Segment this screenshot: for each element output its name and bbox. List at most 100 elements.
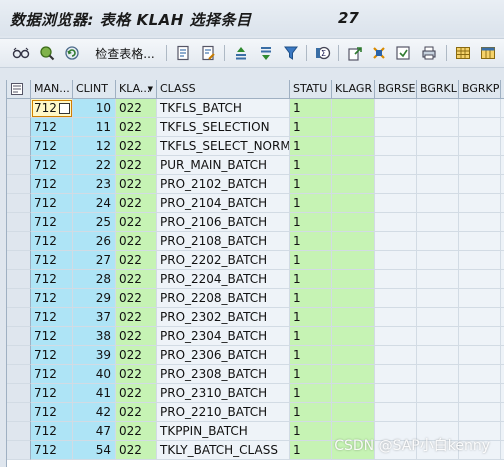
row-selector[interactable] — [7, 289, 31, 308]
row-selector[interactable] — [7, 156, 31, 175]
cell-statu[interactable]: 1 — [290, 137, 332, 156]
table-row[interactable]: 712 28 022 PRO_2204_BATCH 1 — [7, 270, 504, 289]
cell-statu[interactable]: 1 — [290, 194, 332, 213]
cell-klagr[interactable] — [332, 175, 375, 194]
cell-bgrkp[interactable] — [459, 194, 501, 213]
table-row[interactable]: 712 42 022 PRO_2210_BATCH 1 — [7, 403, 504, 422]
cell-mandt[interactable]: 712 — [31, 365, 73, 384]
export-icon[interactable] — [344, 43, 366, 63]
cell-klart[interactable]: 022 — [116, 213, 157, 232]
cell-clint[interactable]: 38 — [73, 327, 116, 346]
cell-bgrkp[interactable] — [459, 137, 501, 156]
cell-statu[interactable]: 1 — [290, 289, 332, 308]
cell-bgrkp[interactable] — [459, 270, 501, 289]
cell-statu[interactable]: 1 — [290, 251, 332, 270]
cell-class[interactable]: PUR_MAIN_BATCH — [157, 156, 290, 175]
cell-klagr[interactable] — [332, 270, 375, 289]
cell-klagr[interactable] — [332, 251, 375, 270]
cell-bgrse[interactable] — [375, 156, 417, 175]
row-selector[interactable] — [7, 327, 31, 346]
value-help-icon[interactable] — [59, 103, 70, 114]
cell-klart[interactable]: 022 — [116, 365, 157, 384]
cell-bgrkp[interactable] — [459, 289, 501, 308]
cell-statu[interactable]: 1 — [290, 99, 332, 118]
cell-mandt[interactable]: 712 — [31, 346, 73, 365]
row-selector[interactable] — [7, 99, 31, 118]
cell-bgrse[interactable] — [375, 118, 417, 137]
layout-icon[interactable] — [368, 43, 390, 63]
cell-bgrkl[interactable] — [417, 289, 459, 308]
cell-klart[interactable]: 022 — [116, 251, 157, 270]
table-row[interactable]: 712 41 022 PRO_2310_BATCH 1 — [7, 384, 504, 403]
cell-klagr[interactable] — [332, 365, 375, 384]
cell-clint[interactable]: 41 — [73, 384, 116, 403]
cell-class[interactable]: PRO_2106_BATCH — [157, 213, 290, 232]
cell-class[interactable]: PRO_2104_BATCH — [157, 194, 290, 213]
cell-bgrkp[interactable] — [459, 346, 501, 365]
cell-klart[interactable]: 022 — [116, 441, 157, 460]
cell-bgrse[interactable] — [375, 308, 417, 327]
cell-clint[interactable]: 27 — [73, 251, 116, 270]
cell-bgrkp[interactable] — [459, 403, 501, 422]
cell-clint[interactable]: 23 — [73, 175, 116, 194]
cell-clint[interactable]: 54 — [73, 441, 116, 460]
cell-mandt[interactable]: 712 — [31, 251, 73, 270]
column-header-statu[interactable]: STATU — [290, 80, 332, 98]
cell-class[interactable]: PRO_2204_BATCH — [157, 270, 290, 289]
cell-bgrkl[interactable] — [417, 346, 459, 365]
cell-klart[interactable]: 022 — [116, 384, 157, 403]
table-row[interactable]: 712 27 022 PRO_2202_BATCH 1 — [7, 251, 504, 270]
cell-klart[interactable]: 022 — [116, 270, 157, 289]
cell-klagr[interactable] — [332, 213, 375, 232]
table-row[interactable]: 712 40 022 PRO_2308_BATCH 1 — [7, 365, 504, 384]
cell-clint[interactable]: 26 — [73, 232, 116, 251]
cell-mandt[interactable]: 712 — [31, 441, 73, 460]
cell-klagr[interactable] — [332, 308, 375, 327]
table-row[interactable]: 712 39 022 PRO_2306_BATCH 1 — [7, 346, 504, 365]
cell-clint[interactable]: 42 — [73, 403, 116, 422]
cell-klagr[interactable] — [332, 232, 375, 251]
cell-bgrkp[interactable] — [459, 384, 501, 403]
cell-bgrkp[interactable] — [459, 118, 501, 137]
cell-clint[interactable]: 22 — [73, 156, 116, 175]
row-selector[interactable] — [7, 365, 31, 384]
row-selector[interactable] — [7, 441, 31, 460]
cell-statu[interactable]: 1 — [290, 441, 332, 460]
sort-ascending-icon[interactable] — [230, 43, 252, 63]
cell-class[interactable]: TKPPIN_BATCH — [157, 422, 290, 441]
cell-bgrkl[interactable] — [417, 232, 459, 251]
cell-klagr[interactable] — [332, 289, 375, 308]
cell-class[interactable]: PRO_2302_BATCH — [157, 308, 290, 327]
columns-icon[interactable] — [477, 43, 499, 63]
cell-class[interactable]: TKFLS_SELECT_NORM — [157, 137, 290, 156]
cell-bgrse[interactable] — [375, 384, 417, 403]
grid-layout-icon[interactable] — [452, 43, 474, 63]
table-row[interactable]: 712 23 022 PRO_2102_BATCH 1 — [7, 175, 504, 194]
cell-klagr[interactable] — [332, 403, 375, 422]
cell-statu[interactable]: 1 — [290, 365, 332, 384]
cell-bgrkl[interactable] — [417, 137, 459, 156]
cell-mandt[interactable]: 712 — [31, 194, 73, 213]
table-row[interactable]: 712 26 022 PRO_2108_BATCH 1 — [7, 232, 504, 251]
cell-bgrkl[interactable] — [417, 327, 459, 346]
cell-class[interactable]: PRO_2108_BATCH — [157, 232, 290, 251]
cell-clint[interactable]: 47 — [73, 422, 116, 441]
cell-klart[interactable]: 022 — [116, 308, 157, 327]
cell-klart[interactable]: 022 — [116, 156, 157, 175]
column-header-class[interactable]: CLASS — [157, 80, 290, 98]
table-row[interactable]: 712 22 022 PUR_MAIN_BATCH 1 — [7, 156, 504, 175]
table-row[interactable]: 712 10 022 TKFLS_BATCH 1 — [7, 99, 504, 118]
cell-mandt[interactable]: 712 — [31, 289, 73, 308]
refresh-icon[interactable] — [61, 43, 83, 63]
cell-bgrkp[interactable] — [459, 213, 501, 232]
cell-klart[interactable]: 022 — [116, 403, 157, 422]
cell-bgrse[interactable] — [375, 346, 417, 365]
table-row[interactable]: 712 12 022 TKFLS_SELECT_NORM 1 — [7, 137, 504, 156]
cell-klart[interactable]: 022 — [116, 232, 157, 251]
row-selector[interactable] — [7, 308, 31, 327]
cell-clint[interactable]: 39 — [73, 346, 116, 365]
cell-bgrse[interactable] — [375, 137, 417, 156]
cell-mandt[interactable]: 712 — [31, 270, 73, 289]
cell-mandt[interactable]: 712 — [31, 403, 73, 422]
cell-klart[interactable]: 022 — [116, 99, 157, 118]
